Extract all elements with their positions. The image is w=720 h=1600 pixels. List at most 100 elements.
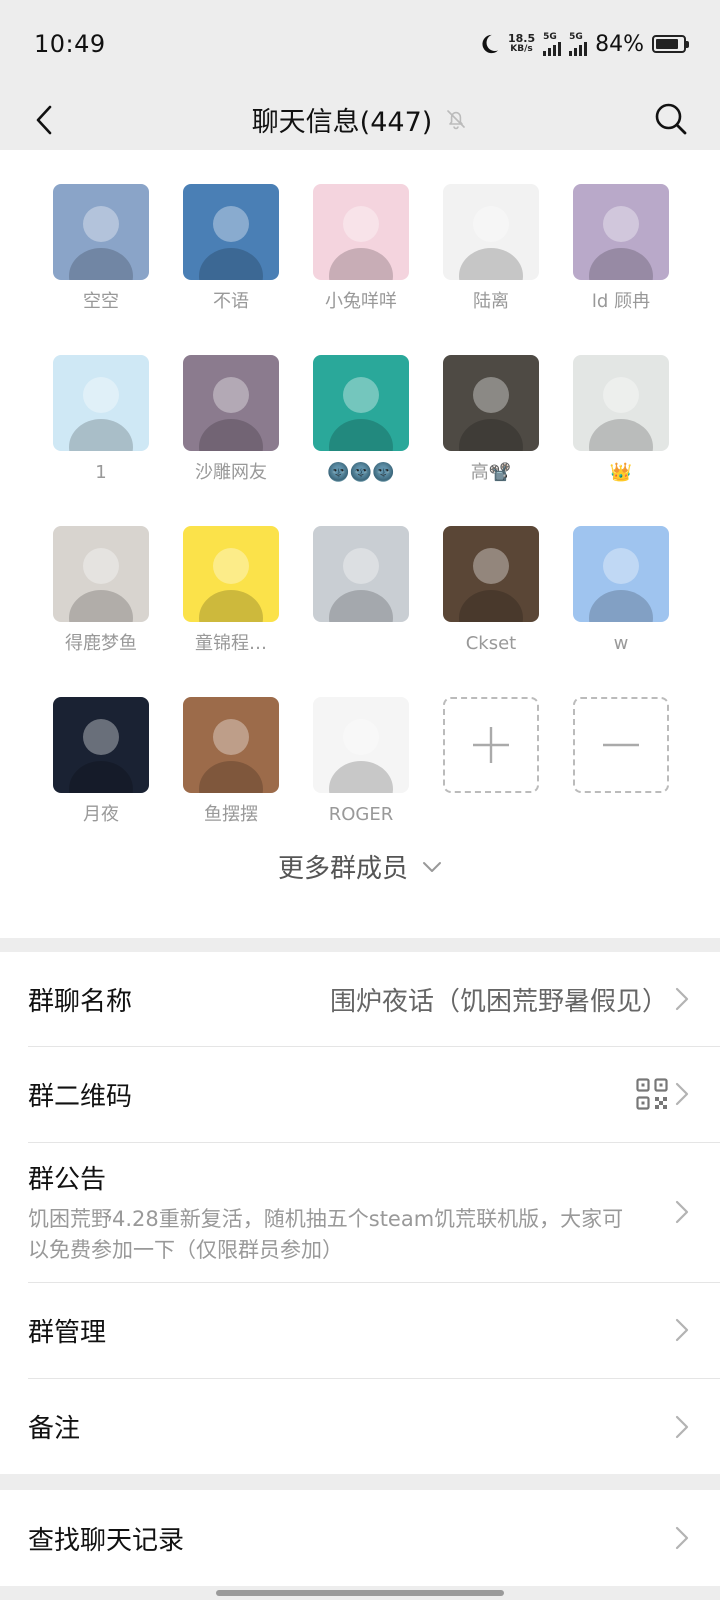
member-item[interactable]: ld 顾冉	[556, 184, 686, 314]
member-avatar	[183, 526, 279, 622]
home-indicator[interactable]	[216, 1590, 504, 1596]
avatar-image	[573, 184, 669, 280]
remove-member-button-box	[573, 697, 669, 793]
battery-icon	[652, 35, 689, 53]
minus-icon	[603, 743, 639, 747]
avatar-image	[53, 184, 149, 280]
remark-label: 备注	[28, 1414, 81, 1444]
clock: 10:49	[34, 30, 106, 58]
member-item[interactable]: 鱼摆摆	[166, 697, 296, 827]
member-avatar	[443, 355, 539, 451]
chevron-right-icon	[675, 1526, 689, 1550]
member-panel: 空空 不语 小兔咩咩 陆离 ld 顾冉 1 沙雕网友 🌚🌚🌚 高📽️ 👑 得鹿梦鱼 童锦程… Ckset…	[0, 150, 720, 938]
qr-code-icon	[636, 1078, 668, 1110]
member-avatar	[573, 355, 669, 451]
member-name: 空空	[83, 291, 119, 312]
member-item[interactable]: 1	[36, 355, 166, 485]
member-item[interactable]: 🌚🌚🌚	[296, 355, 426, 485]
member-name: 童锦程…	[195, 633, 267, 654]
member-item[interactable]: 童锦程…	[166, 526, 296, 656]
group-notice-row[interactable]: 群公告 饥困荒野4.28重新复活，随机抽五个steam饥荒联机版，大家可以免费参…	[0, 1143, 720, 1281]
member-item[interactable]: ROGER	[296, 697, 426, 827]
member-name: ld 顾冉	[591, 291, 651, 312]
search-icon	[655, 103, 687, 135]
member-avatar	[183, 184, 279, 280]
member-avatar	[443, 184, 539, 280]
chevron-left-icon	[36, 105, 52, 135]
member-item[interactable]: 月夜	[36, 697, 166, 827]
group-settings: 群聊名称 围炉夜话（饥困荒野暑假见） 群二维码 群公告 饥困荒野4.28重新复活…	[0, 952, 720, 1474]
search-history-label: 查找聊天记录	[28, 1525, 185, 1556]
avatar-image	[53, 526, 149, 622]
add-member-button[interactable]	[426, 697, 556, 827]
member-name: Ckset	[465, 633, 517, 654]
avatar-image	[573, 526, 669, 622]
member-avatar	[313, 526, 409, 622]
avatar-image	[443, 355, 539, 451]
bell-off-icon	[447, 110, 466, 130]
avatar-image	[183, 526, 279, 622]
member-avatar	[313, 697, 409, 793]
member-avatar	[443, 526, 539, 622]
group-name-row[interactable]: 群聊名称 围炉夜话（饥困荒野暑假见）	[0, 952, 720, 1046]
member-avatar	[573, 526, 669, 622]
chevron-right-icon	[675, 1318, 689, 1342]
avatar-image	[183, 697, 279, 793]
member-name: 鱼摆摆	[204, 804, 258, 825]
avatar-image	[313, 526, 409, 622]
signal-sim1-icon: 5G	[543, 32, 562, 56]
group-notice-label: 群公告	[28, 1164, 107, 1195]
member-avatar	[183, 355, 279, 451]
member-item[interactable]: 高📽️	[426, 355, 556, 485]
group-manage-row[interactable]: 群管理	[0, 1283, 720, 1377]
battery-fill	[656, 39, 678, 49]
member-name: w	[613, 633, 629, 654]
avatar-image	[183, 355, 279, 451]
member-item[interactable]: 👑	[556, 355, 686, 485]
member-item[interactable]: Ckset	[426, 526, 556, 656]
remark-row[interactable]: 备注	[0, 1379, 720, 1474]
group-qr-row[interactable]: 群二维码	[0, 1047, 720, 1141]
avatar-image	[313, 697, 409, 793]
member-item[interactable]: 空空	[36, 184, 166, 314]
avatar-image	[443, 526, 539, 622]
member-name: 不语	[213, 291, 249, 312]
member-item[interactable]: w	[556, 526, 686, 656]
moon-icon	[482, 34, 499, 54]
plus-icon	[473, 727, 509, 763]
member-name: 高📽️	[470, 462, 512, 483]
member-avatar	[313, 355, 409, 451]
member-item[interactable]: 陆离	[426, 184, 556, 314]
chat-history-section: 查找聊天记录	[0, 1490, 720, 1586]
member-avatar	[53, 526, 149, 622]
member-name: 月夜	[83, 804, 119, 825]
search-button[interactable]	[648, 96, 694, 142]
group-manage-label: 群管理	[28, 1317, 107, 1348]
member-item[interactable]: 得鹿梦鱼	[36, 526, 166, 656]
avatar-image	[313, 355, 409, 451]
chevron-right-icon	[675, 1415, 689, 1438]
member-name: 沙雕网友	[195, 462, 267, 483]
member-name: 👑	[609, 462, 633, 483]
member-name: 小兔咩咩	[325, 291, 397, 312]
avatar-image	[313, 184, 409, 280]
chevron-right-icon	[675, 987, 689, 1011]
group-name-value: 围炉夜话（饥困荒野暑假见）	[329, 986, 668, 1017]
member-avatar	[313, 184, 409, 280]
member-item[interactable]: 沙雕网友	[166, 355, 296, 485]
search-history-row[interactable]: 查找聊天记录	[0, 1490, 720, 1586]
member-avatar	[183, 697, 279, 793]
member-name: 1	[95, 462, 107, 483]
avatar-image	[183, 184, 279, 280]
battery-percent: 84%	[595, 31, 644, 57]
status-icons: 18.5 KB/s 5G 5G 84%	[478, 31, 689, 57]
member-avatar	[53, 355, 149, 451]
remove-member-button[interactable]	[556, 697, 686, 827]
member-item[interactable]	[296, 526, 426, 656]
member-item[interactable]: 不语	[166, 184, 296, 314]
chevron-right-icon	[675, 1200, 689, 1224]
back-button[interactable]	[22, 98, 66, 142]
more-members-button[interactable]: 更多群成员	[0, 848, 720, 885]
chevron-right-icon	[675, 1082, 689, 1106]
member-item[interactable]: 小兔咩咩	[296, 184, 426, 314]
